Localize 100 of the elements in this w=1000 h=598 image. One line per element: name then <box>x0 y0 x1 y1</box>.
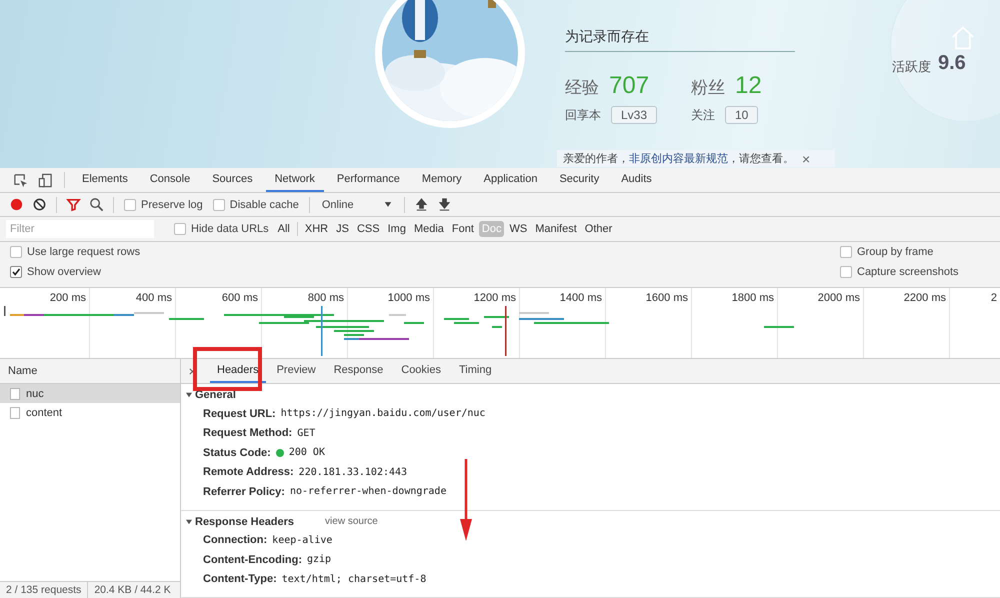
stat-label: 粉丝 <box>691 77 725 99</box>
download-icon[interactable] <box>436 197 452 212</box>
checkbox[interactable]: Capture screenshots <box>840 266 988 278</box>
document-icon <box>10 388 20 400</box>
expand-icon[interactable] <box>186 518 192 524</box>
type-filter[interactable]: XHR <box>302 221 332 237</box>
checkbox[interactable]: Disable cache <box>212 198 299 210</box>
profile-motto: 为记录而存在 <box>565 28 795 52</box>
header-value: text/html; charset=utf-8 <box>282 574 426 585</box>
time-tick-label: 1800 ms <box>732 292 774 304</box>
devtools-tab[interactable]: Audits <box>612 168 661 192</box>
type-filter[interactable]: All <box>274 221 293 237</box>
header-value: no-referrer-when-downgrade <box>290 486 446 498</box>
close-icon[interactable] <box>189 368 196 374</box>
checkbox[interactable]: Hide data URLs <box>174 223 269 235</box>
section-title: Response Headers <box>195 516 294 528</box>
inspect-icon[interactable] <box>13 172 28 188</box>
activity-label: 活跃度 <box>892 58 931 76</box>
type-filter[interactable]: Manifest <box>532 221 580 237</box>
stat-label: 关注 <box>691 106 715 124</box>
filter-field[interactable]: Filter <box>6 220 154 238</box>
time-tick-label: 800 ms <box>308 292 344 304</box>
header-value: 200 OK <box>288 447 325 458</box>
clear-icon[interactable] <box>32 197 47 212</box>
checkbox[interactable]: Use large request rows <box>10 246 158 258</box>
status-text: 20.4 KB / 44.2 K <box>94 584 171 596</box>
header-name: Referrer Policy: <box>203 486 285 498</box>
checkbox[interactable]: Show overview <box>10 266 158 278</box>
header-name: Content-Type: <box>203 573 277 586</box>
type-filter[interactable]: Img <box>384 221 409 237</box>
activity-value: 9.6 <box>938 52 966 75</box>
notice-link[interactable]: 非原创内容最新规范 <box>629 153 728 165</box>
time-tick-label: 200 ms <box>50 292 86 304</box>
record-icon[interactable] <box>9 197 24 212</box>
stat-label: 回享本 <box>565 106 601 124</box>
header-name: Request URL: <box>203 408 276 420</box>
time-tick-label: 1600 ms <box>646 292 688 304</box>
type-filter[interactable]: WS <box>506 221 530 237</box>
header-name: Request Method: <box>203 427 292 440</box>
stat-label: 经验 <box>565 77 599 99</box>
header-name: Content-Encoding: <box>203 554 302 566</box>
header-value: gzip <box>306 554 332 566</box>
detail-tab[interactable]: Response <box>326 359 390 383</box>
checkbox[interactable]: Group by frame <box>840 246 988 258</box>
caret-icon <box>384 201 392 208</box>
header-name: Connection: <box>203 534 268 546</box>
annotation-box <box>193 347 262 391</box>
type-filter[interactable]: JS <box>333 221 352 237</box>
column-header: Name <box>0 359 180 384</box>
stat-badge: 10 <box>725 106 758 124</box>
time-tick-label: 2200 ms <box>904 292 946 304</box>
header-value: GET <box>297 428 316 439</box>
stat-badge: Lv33 <box>611 106 658 124</box>
type-filter[interactable]: CSS <box>354 221 383 237</box>
search-icon[interactable] <box>89 197 104 212</box>
house-icon <box>950 25 976 51</box>
request-row[interactable]: nuc <box>0 384 180 403</box>
detail-tab[interactable]: Cookies <box>394 359 448 383</box>
devtools-tab[interactable]: Network <box>266 168 324 192</box>
view-source-link[interactable]: view source <box>325 516 378 527</box>
time-tick-label: 1400 ms <box>560 292 602 304</box>
header-name: Remote Address: <box>203 466 294 478</box>
close-button[interactable]: × <box>802 152 810 166</box>
upload-icon[interactable] <box>414 197 429 212</box>
expand-icon[interactable] <box>186 392 192 398</box>
time-tick-label: 1200 ms <box>474 292 516 304</box>
header-value: keep-alive <box>272 534 332 546</box>
throttle-dropdown[interactable]: Online <box>316 198 398 210</box>
devtools-tab[interactable]: Performance <box>328 168 409 192</box>
checkbox[interactable]: Preserve log <box>124 198 203 210</box>
devtools-tab[interactable]: Application <box>474 168 546 192</box>
time-tick-label: 2 <box>990 292 997 304</box>
devtools-tab[interactable]: Memory <box>412 168 471 192</box>
notice-text: 亲爱的作者，非原创内容最新规范，请您查看。 <box>563 152 794 166</box>
document-icon <box>10 406 20 418</box>
device-icon[interactable] <box>38 172 53 188</box>
detail-tab[interactable]: Preview <box>270 359 323 383</box>
header-value: https://jingyan.baidu.com/user/nuc <box>280 408 486 420</box>
devtools-tab[interactable]: Elements <box>73 168 137 192</box>
stat-value: 707 <box>609 72 650 100</box>
stat-value: 12 <box>735 72 762 100</box>
filter-icon[interactable] <box>66 197 81 212</box>
time-tick-label: 1000 ms <box>388 292 430 304</box>
type-filter[interactable]: Other <box>582 221 616 237</box>
time-tick-label: 400 ms <box>136 292 172 304</box>
devtools-tab[interactable]: Console <box>140 168 200 192</box>
type-filter[interactable]: Media <box>410 221 447 237</box>
detail-tab[interactable]: Timing <box>452 359 499 383</box>
devtools-tab[interactable]: Security <box>550 168 608 192</box>
devtools-tab[interactable]: Sources <box>203 168 262 192</box>
status-text: 2 / 135 requests <box>6 584 82 596</box>
checkmark-icon <box>11 267 21 277</box>
time-tick-label: 600 ms <box>222 292 258 304</box>
header-value: 220.181.33.102:443 <box>298 466 408 478</box>
type-filter[interactable]: Font <box>448 221 477 237</box>
request-row[interactable]: content <box>0 403 180 422</box>
header-name: Status Code: <box>203 446 271 459</box>
detail-tab[interactable]: Headers <box>210 359 266 383</box>
section-title: General <box>195 389 236 401</box>
time-tick-label: 2000 ms <box>818 292 860 304</box>
